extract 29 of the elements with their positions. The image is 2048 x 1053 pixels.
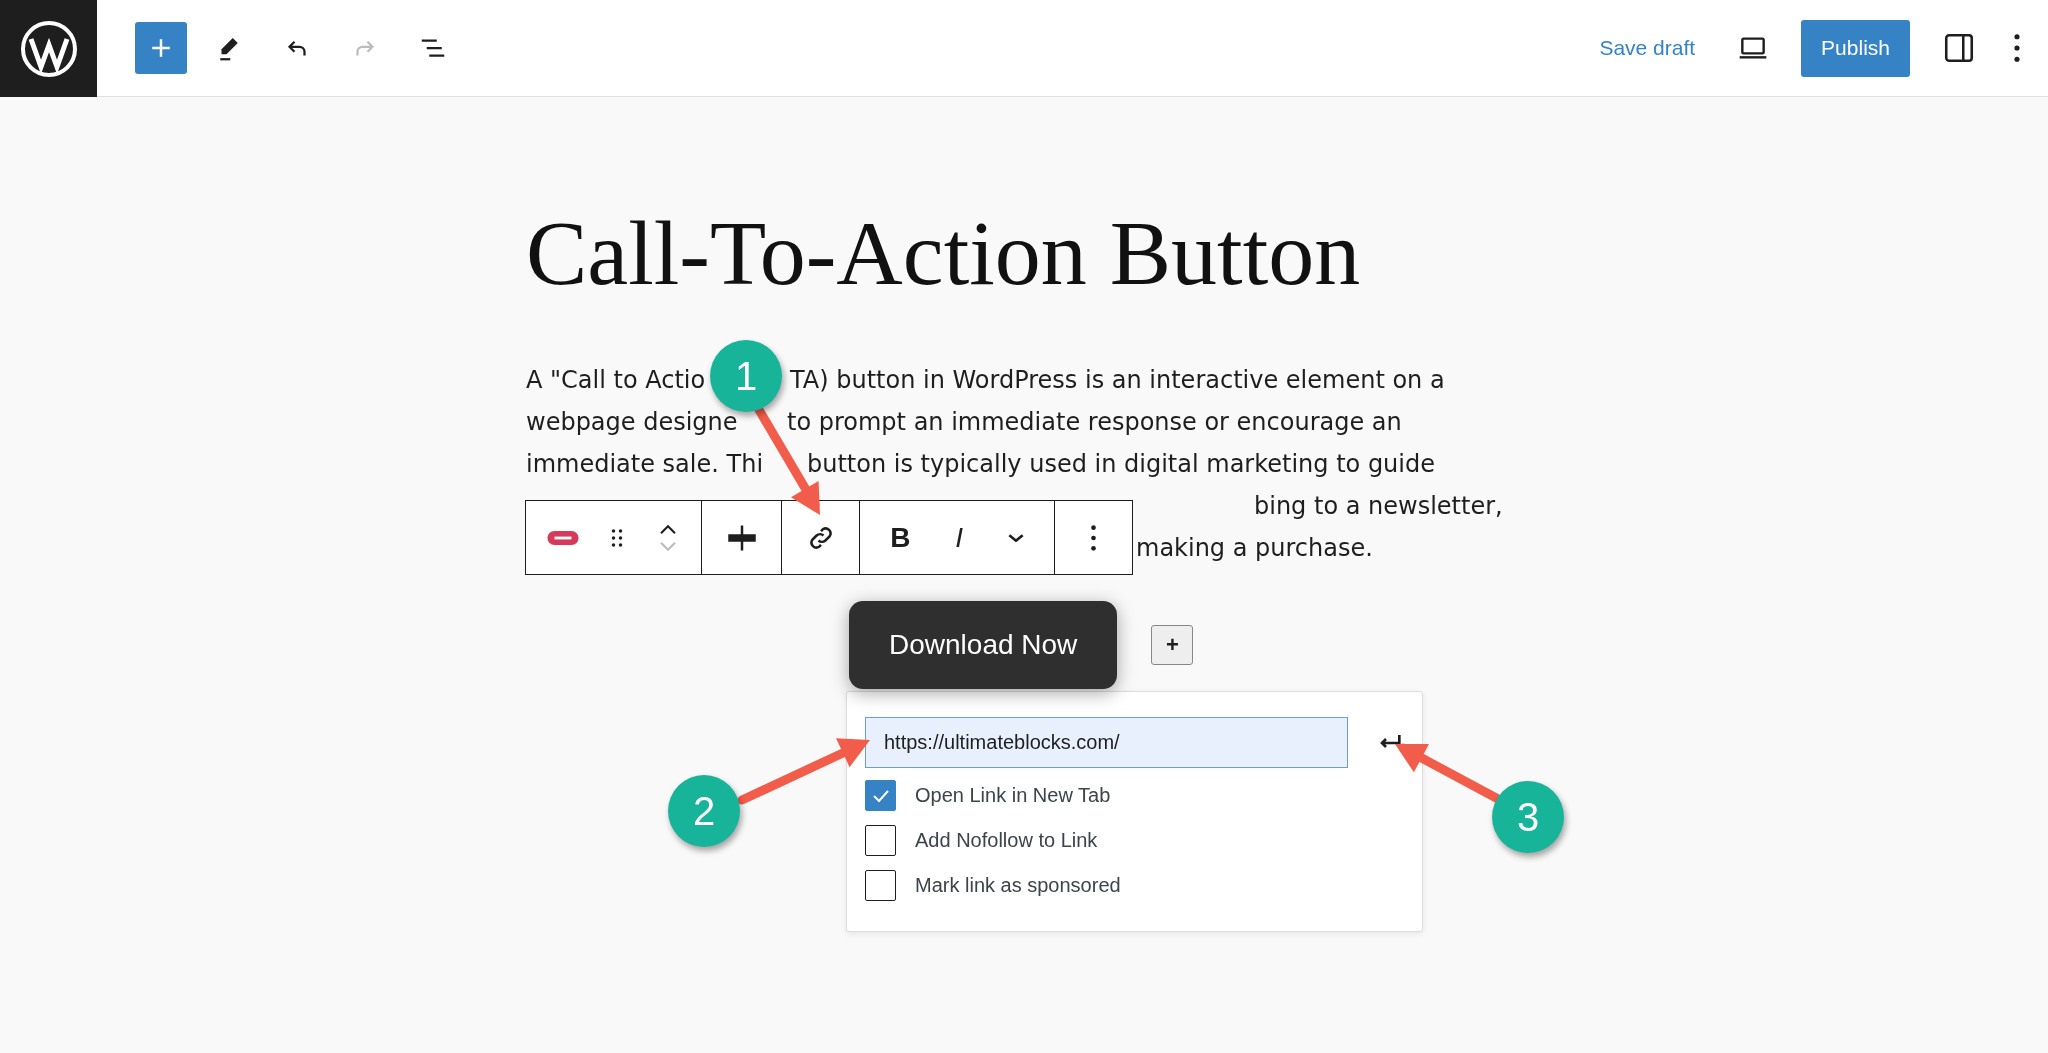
paragraph-text: button is typically used in digital marketing to guide	[807, 449, 1435, 480]
paragraph-text: to prompt an immediate response or encourage an	[787, 407, 1402, 438]
download-button[interactable]: Download Now	[849, 601, 1118, 689]
site-logo[interactable]	[0, 0, 97, 97]
more-vertical-icon	[2014, 34, 2020, 62]
bold-button[interactable]: B	[882, 517, 919, 558]
checkbox[interactable]	[865, 870, 896, 901]
paragraph-text: A "Call to Actio	[526, 365, 706, 396]
paragraph-text: TA) button in WordPress is an interactive element on a	[790, 365, 1445, 396]
checkbox[interactable]	[865, 825, 896, 856]
paragraph-text: bing to a newsletter,	[1254, 491, 1503, 522]
step-marker: 1	[710, 340, 782, 412]
url-field[interactable]: https://ultimateblocks.com/	[865, 717, 1348, 768]
checkbox-label: Open Link in New Tab	[915, 784, 1111, 807]
post-title: Call-To-Action Button	[526, 207, 1362, 299]
checkbox-label: Add Nofollow to Link	[915, 829, 1098, 852]
add-block-button[interactable]: +	[1151, 625, 1194, 665]
chevron-down-icon	[1007, 533, 1024, 542]
paragraph-text: making a purchase.	[1136, 533, 1373, 564]
publish-button[interactable]: Publish	[1801, 19, 1910, 77]
checkbox[interactable]	[865, 780, 896, 811]
paragraph-text: immediate sale. Thi	[526, 449, 764, 480]
italic-button[interactable]: I	[947, 517, 971, 558]
more-vertical-icon	[1091, 524, 1096, 551]
sidebar-icon	[1942, 31, 1976, 65]
step-marker: 3	[1492, 781, 1564, 853]
checkbox-label: Mark link as sponsored	[915, 874, 1121, 897]
save-draft-button[interactable]: Save draft	[1589, 28, 1706, 68]
step-marker: 2	[668, 775, 740, 847]
